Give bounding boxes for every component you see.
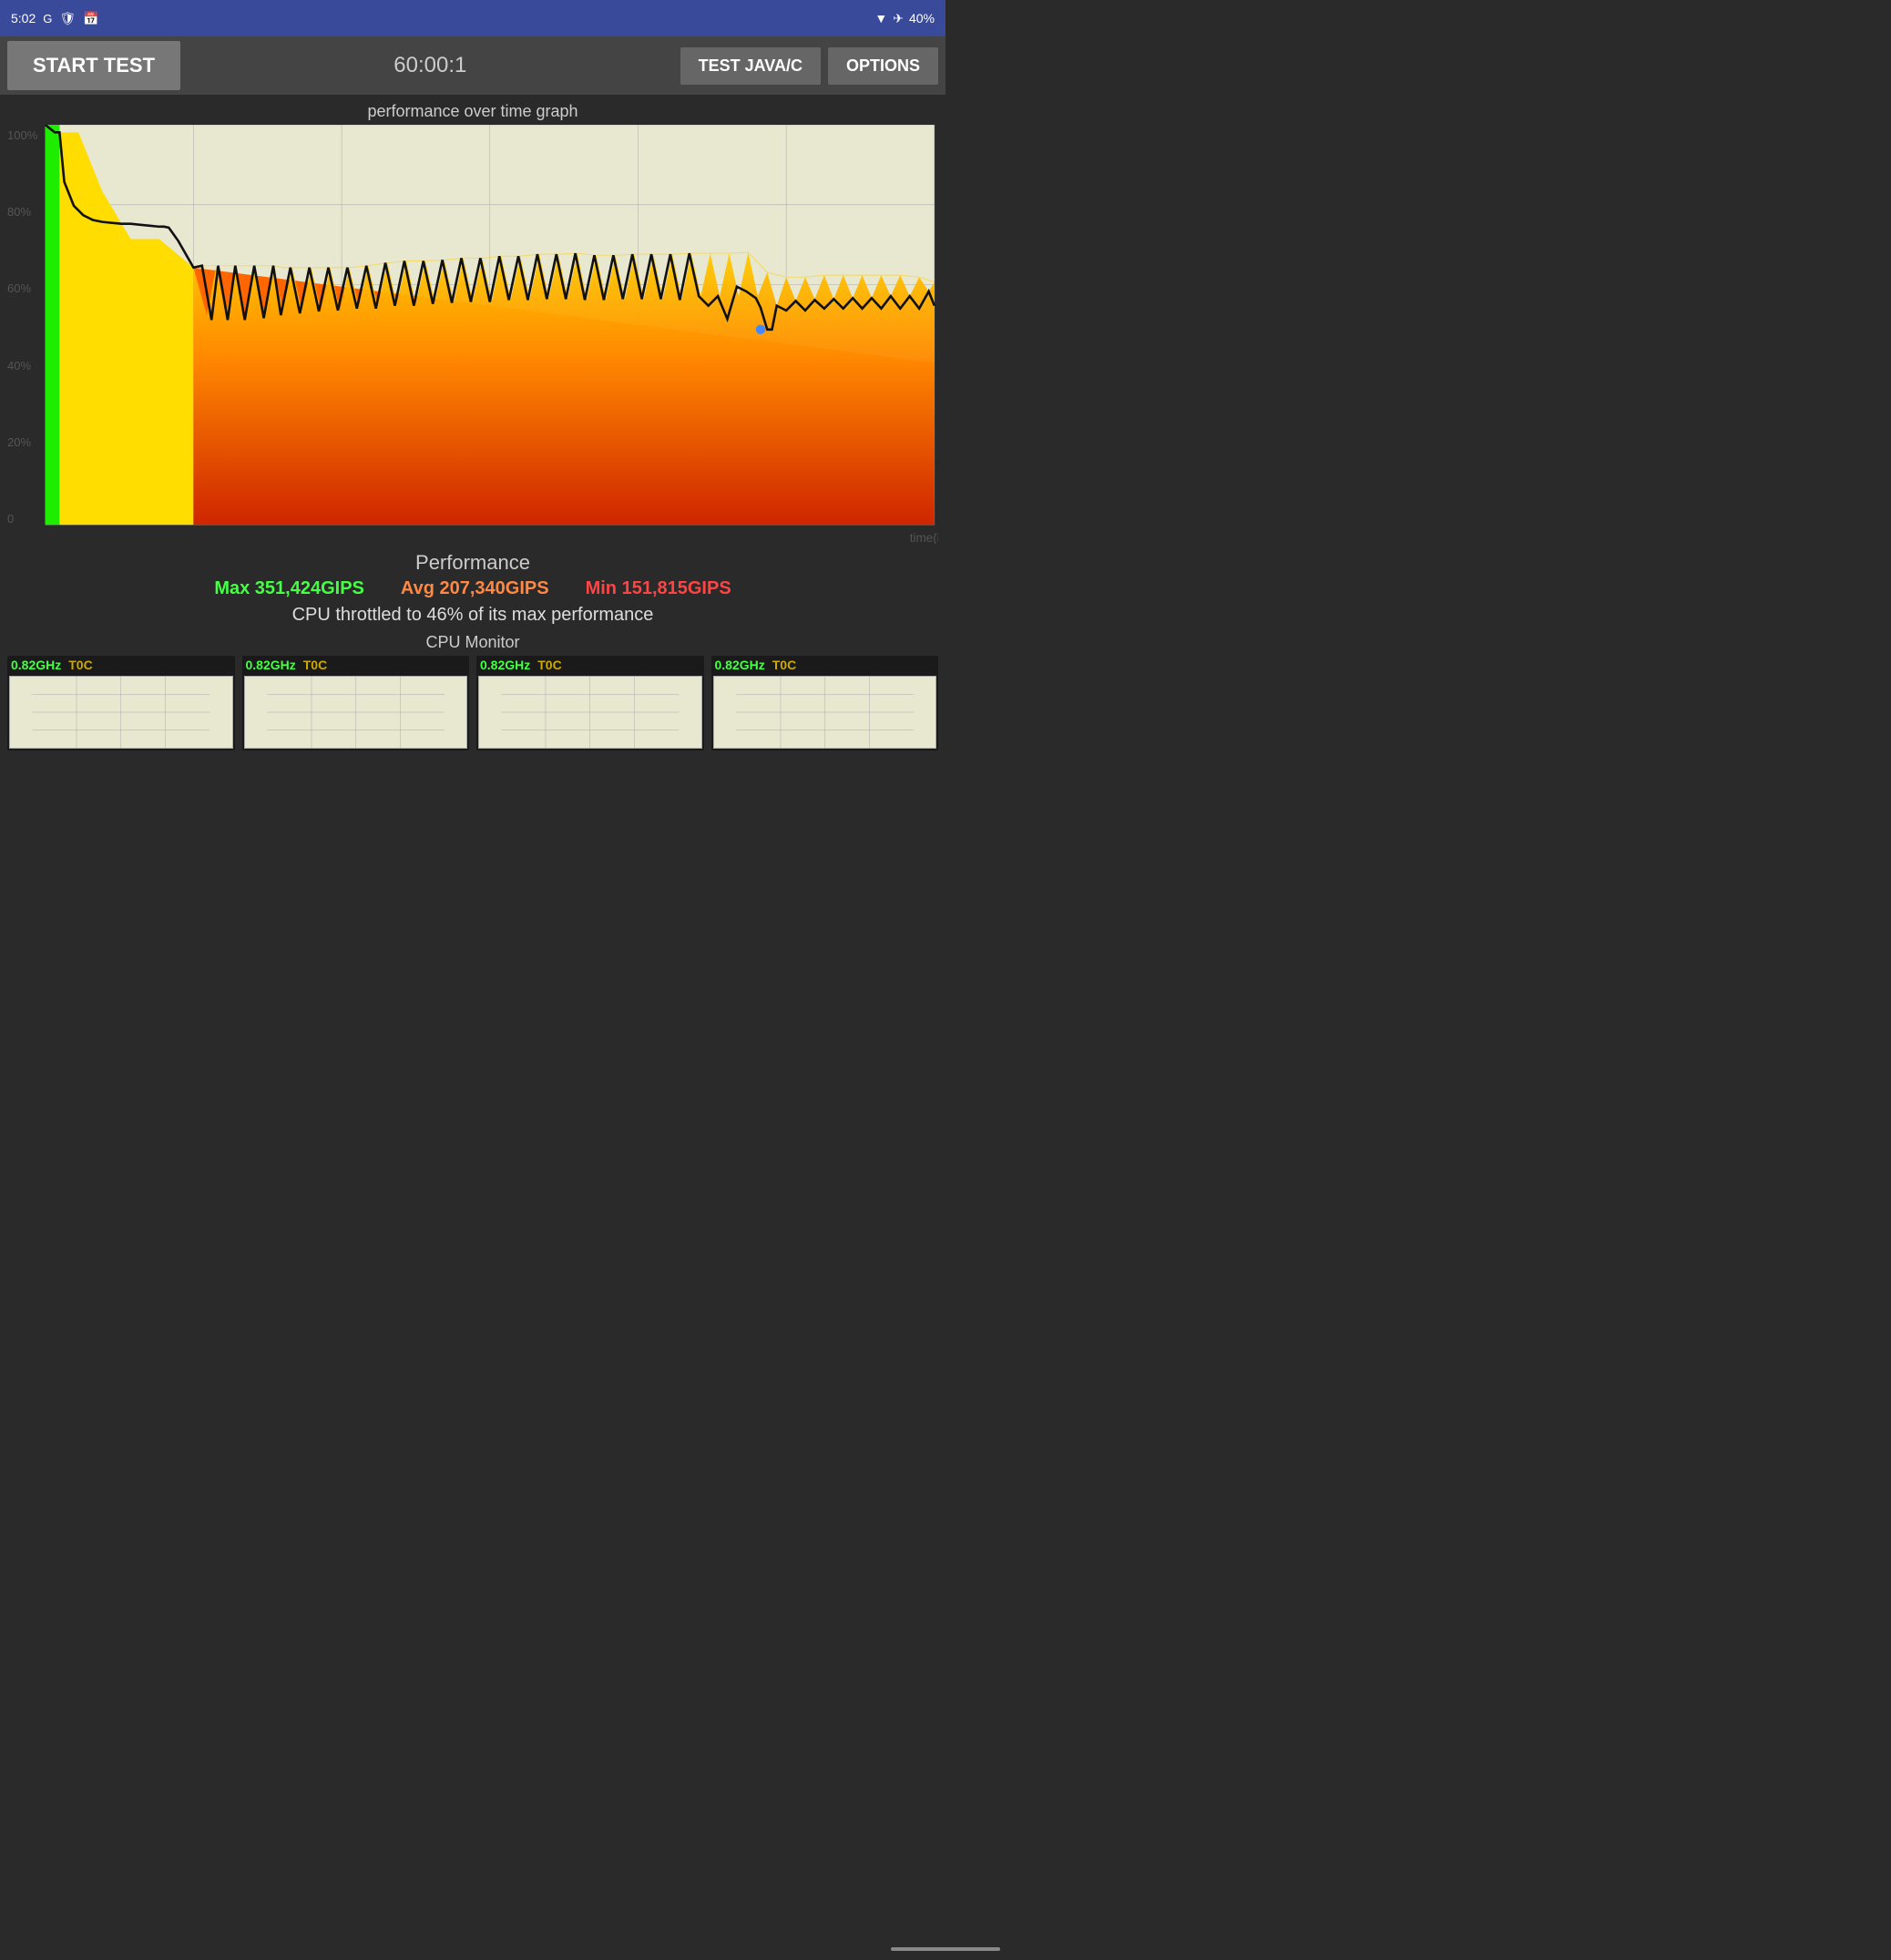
- cpu-core-2: 0.82GHz T0C: [476, 656, 704, 750]
- status-left: 5:02 G 🛡 📅: [11, 11, 99, 26]
- core-1-freq: 0.82GHz: [246, 658, 296, 672]
- performance-graph: time(interval 10min): [7, 125, 938, 544]
- performance-section: Performance Max 351,424GIPS Avg 207,340G…: [0, 544, 946, 629]
- google-icon: G: [43, 12, 52, 26]
- throttle-text: CPU throttled to 46% of its max performa…: [0, 605, 946, 626]
- performance-title: Performance: [0, 551, 946, 575]
- max-stat: Max 351,424GIPS: [214, 578, 364, 599]
- home-indicator[interactable]: [891, 1947, 1000, 1951]
- x-axis-label: time(interval 10min): [910, 531, 938, 544]
- core-0-freq: 0.82GHz: [11, 658, 61, 672]
- core-2-graph: [478, 676, 702, 749]
- airplane-icon: ✈: [893, 11, 904, 26]
- core-0-temp: T0C: [68, 658, 92, 672]
- core-3-freq: 0.82GHz: [715, 658, 765, 672]
- core-1-grid-svg: [245, 677, 467, 748]
- core-2-temp: T0C: [537, 658, 561, 672]
- core-3-graph: [713, 676, 937, 749]
- shield-icon: 🛡: [59, 11, 76, 26]
- start-test-button[interactable]: START TEST: [7, 41, 180, 90]
- core-2-freq: 0.82GHz: [480, 658, 530, 672]
- time-display: 5:02: [11, 11, 36, 26]
- y-label-60: 60%: [7, 281, 44, 295]
- y-label-100: 100%: [7, 128, 44, 142]
- y-axis-labels: 100% 80% 60% 40% 20% 0: [7, 125, 44, 544]
- cpu-core-1-header: 0.82GHz T0C: [242, 656, 470, 674]
- timer-display: 60:00:1: [188, 53, 673, 78]
- core-1-graph: [244, 676, 468, 749]
- y-label-0: 0: [7, 512, 44, 526]
- cpu-core-0-header: 0.82GHz T0C: [7, 656, 235, 674]
- avg-stat: Avg 207,340GIPS: [401, 578, 549, 599]
- status-bar: 5:02 G 🛡 📅 ▼ ✈ 40%: [0, 0, 946, 36]
- calendar-icon: 📅: [83, 11, 98, 26]
- wifi-icon: ▼: [874, 11, 887, 26]
- cpu-monitor-title: CPU Monitor: [0, 633, 946, 652]
- toolbar: START TEST 60:00:1 TEST JAVA/C OPTIONS: [0, 36, 946, 95]
- graph-title: performance over time graph: [0, 98, 946, 125]
- graph-section: performance over time graph 100% 80% 60%…: [0, 95, 946, 544]
- core-0-graph: [9, 676, 233, 749]
- cpu-core-1: 0.82GHz T0C: [242, 656, 470, 750]
- test-java-c-button[interactable]: TEST JAVA/C: [680, 47, 821, 85]
- y-label-20: 20%: [7, 435, 44, 449]
- nav-bar: [0, 1938, 1891, 1960]
- performance-stats: Max 351,424GIPS Avg 207,340GIPS Min 151,…: [0, 578, 946, 599]
- y-label-40: 40%: [7, 359, 44, 373]
- core-0-grid-svg: [10, 677, 232, 748]
- y-label-80: 80%: [7, 205, 44, 219]
- graph-container: 100% 80% 60% 40% 20% 0: [7, 125, 938, 544]
- core-1-temp: T0C: [303, 658, 327, 672]
- core-3-temp: T0C: [772, 658, 796, 672]
- cpu-monitor-section: CPU Monitor 0.82GHz T0C 0.82GHz: [0, 629, 946, 754]
- status-right: ▼ ✈ 40%: [874, 11, 935, 26]
- cpu-core-3: 0.82GHz T0C: [711, 656, 939, 750]
- core-3-grid-svg: [714, 677, 936, 748]
- cpu-core-2-header: 0.82GHz T0C: [476, 656, 704, 674]
- cpu-cores-container: 0.82GHz T0C 0.82GHz T0C: [0, 656, 946, 750]
- core-2-grid-svg: [479, 677, 701, 748]
- options-button[interactable]: OPTIONS: [828, 47, 938, 85]
- cpu-core-3-header: 0.82GHz T0C: [711, 656, 939, 674]
- cpu-core-0: 0.82GHz T0C: [7, 656, 235, 750]
- min-stat: Min 151,815GIPS: [586, 578, 731, 599]
- battery-display: 40%: [909, 11, 935, 26]
